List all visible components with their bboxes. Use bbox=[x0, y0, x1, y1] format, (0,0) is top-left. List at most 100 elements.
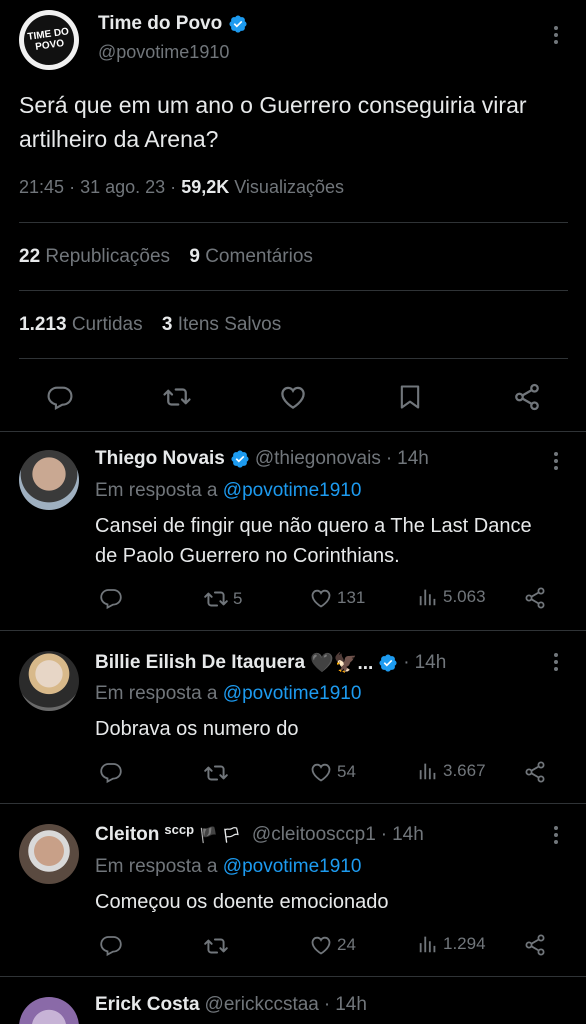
views-count: 5.063 bbox=[443, 587, 486, 606]
reply-icon bbox=[100, 589, 122, 610]
reply-time[interactable]: 14h bbox=[397, 448, 429, 470]
reply-to-link[interactable]: @povotime1910 bbox=[223, 856, 362, 877]
comments-label: Comentários bbox=[205, 246, 313, 267]
repost-icon bbox=[204, 765, 228, 781]
reply-time[interactable]: 14h bbox=[415, 652, 447, 674]
separator: · bbox=[69, 177, 76, 197]
author-name[interactable]: Erick Costa bbox=[95, 994, 200, 1016]
likes-stat[interactable]: 1.213 Curtidas bbox=[19, 314, 143, 335]
reply-to-link[interactable]: @povotime1910 bbox=[223, 480, 362, 501]
repost-button[interactable] bbox=[203, 933, 229, 959]
views-chart-icon bbox=[419, 763, 436, 780]
avatar[interactable] bbox=[19, 824, 79, 884]
author-handle[interactable]: @thiegonovais bbox=[255, 448, 381, 470]
repost-icon bbox=[204, 938, 228, 954]
like-count: 131 bbox=[337, 588, 366, 607]
share-button[interactable] bbox=[512, 382, 542, 412]
tweet-meta: 21:45 · 31 ago. 23 · 59,2K Visualizações bbox=[19, 177, 344, 198]
views-label: Visualizações bbox=[234, 177, 344, 197]
author-handle[interactable]: @cleitoosccp1 bbox=[252, 824, 376, 846]
reply-tweet[interactable]: Erick Costa @erickccstaa · 14h bbox=[0, 977, 586, 1024]
avatar[interactable]: TIME DO POVO bbox=[19, 10, 79, 70]
share-button[interactable] bbox=[523, 586, 547, 610]
views-button[interactable]: 5.063 bbox=[417, 586, 486, 608]
repost-button[interactable] bbox=[162, 382, 192, 412]
reply-button[interactable] bbox=[45, 382, 75, 412]
more-options-icon[interactable] bbox=[549, 24, 563, 50]
reply-to-link[interactable]: @povotime1910 bbox=[223, 683, 362, 704]
replying-to: Em resposta a @povotime1910 bbox=[95, 683, 361, 705]
reply-button[interactable] bbox=[99, 760, 123, 784]
avatar[interactable] bbox=[19, 651, 79, 711]
more-options-icon[interactable] bbox=[549, 651, 563, 677]
share-button[interactable] bbox=[523, 933, 547, 957]
reply-header: Cleiton sccp 🏴 🏳 @cleitoosccp1 · 14h bbox=[95, 821, 424, 846]
avatar[interactable] bbox=[19, 997, 79, 1024]
likes-count: 1.213 bbox=[19, 314, 67, 335]
reply-time[interactable]: 14h bbox=[392, 824, 424, 846]
verified-badge-icon bbox=[228, 14, 248, 34]
author-name[interactable]: Cleiton bbox=[95, 824, 159, 846]
share-button[interactable] bbox=[523, 760, 547, 784]
views-count: 1.294 bbox=[443, 934, 486, 953]
reply-icon bbox=[100, 936, 122, 957]
main-tweet-actions bbox=[0, 374, 586, 418]
divider bbox=[19, 222, 568, 223]
more-options-icon[interactable] bbox=[549, 450, 563, 476]
author-handle[interactable]: @erickccstaa bbox=[205, 994, 319, 1016]
reply-button[interactable] bbox=[99, 933, 123, 957]
tweet-text: Será que em um ano o Guerrero conseguiri… bbox=[19, 92, 527, 152]
reposts-stat[interactable]: 22 Republicações bbox=[19, 246, 170, 267]
like-button[interactable]: 54 bbox=[309, 760, 356, 784]
replying-to: Em resposta a @povotime1910 bbox=[95, 480, 361, 502]
heart-icon bbox=[311, 936, 331, 955]
reply-time[interactable]: 14h bbox=[335, 994, 367, 1016]
reply-tweet[interactable]: Cleiton sccp 🏴 🏳 @cleitoosccp1 · 14h Em … bbox=[0, 804, 586, 976]
verified-badge-icon bbox=[378, 653, 398, 673]
tweet-time[interactable]: 21:45 bbox=[19, 177, 64, 197]
share-icon bbox=[515, 383, 539, 411]
share-icon bbox=[525, 934, 545, 956]
likes-saved-row: 1.213 Curtidas 3 Itens Salvos bbox=[19, 314, 281, 336]
author-name[interactable]: Billie Eilish De Itaquera bbox=[95, 652, 305, 674]
reposts-comments-row: 22 Republicações 9 Comentários bbox=[19, 246, 313, 268]
saved-label: Itens Salvos bbox=[177, 314, 282, 335]
reply-tweet[interactable]: Billie Eilish De Itaquera 🖤🦅... · 14h Em… bbox=[0, 631, 586, 803]
author-name-row[interactable]: Time do Povo bbox=[98, 13, 248, 35]
author-name[interactable]: Time do Povo bbox=[98, 13, 222, 35]
separator: · bbox=[170, 177, 177, 197]
tweet-date[interactable]: 31 ago. 23 bbox=[80, 177, 165, 197]
like-button[interactable] bbox=[278, 382, 308, 412]
reply-actions: 54 3.667 bbox=[95, 760, 555, 790]
author-handle[interactable]: @povotime1910 bbox=[98, 42, 229, 63]
author-name-suffix: sccp bbox=[164, 821, 195, 837]
like-button[interactable]: 131 bbox=[309, 586, 365, 610]
repost-button[interactable] bbox=[203, 760, 229, 786]
repost-icon bbox=[163, 388, 191, 406]
divider bbox=[19, 358, 568, 359]
repost-icon bbox=[204, 591, 228, 607]
comments-stat[interactable]: 9 Comentários bbox=[189, 246, 313, 267]
author-name[interactable]: Thiego Novais bbox=[95, 448, 225, 470]
more-options-icon[interactable] bbox=[549, 824, 563, 850]
author-name-emoji: 🏴 🏳 bbox=[199, 827, 241, 844]
verified-badge-icon bbox=[230, 449, 250, 469]
reply-header: Billie Eilish De Itaquera 🖤🦅... · 14h bbox=[95, 651, 446, 675]
comments-count: 9 bbox=[189, 246, 200, 267]
saved-stat[interactable]: 3 Itens Salvos bbox=[162, 314, 281, 335]
reply-icon bbox=[100, 763, 122, 784]
reply-button[interactable] bbox=[99, 586, 123, 610]
repost-button[interactable]: 5 bbox=[203, 586, 242, 612]
views-button[interactable]: 1.294 bbox=[417, 933, 486, 955]
avatar[interactable] bbox=[19, 450, 79, 510]
share-icon bbox=[525, 587, 545, 609]
reply-actions: 5 131 5.063 bbox=[95, 586, 555, 616]
heart-icon bbox=[311, 763, 331, 782]
like-button[interactable]: 24 bbox=[309, 933, 356, 957]
views-button[interactable]: 3.667 bbox=[417, 760, 486, 782]
reposts-count: 22 bbox=[19, 246, 41, 267]
bookmark-button[interactable] bbox=[395, 382, 425, 412]
reply-tweet[interactable]: Thiego Novais @thiegonovais · 14h Em res… bbox=[0, 432, 586, 630]
separator: · bbox=[323, 994, 331, 1015]
separator: · bbox=[385, 448, 393, 469]
